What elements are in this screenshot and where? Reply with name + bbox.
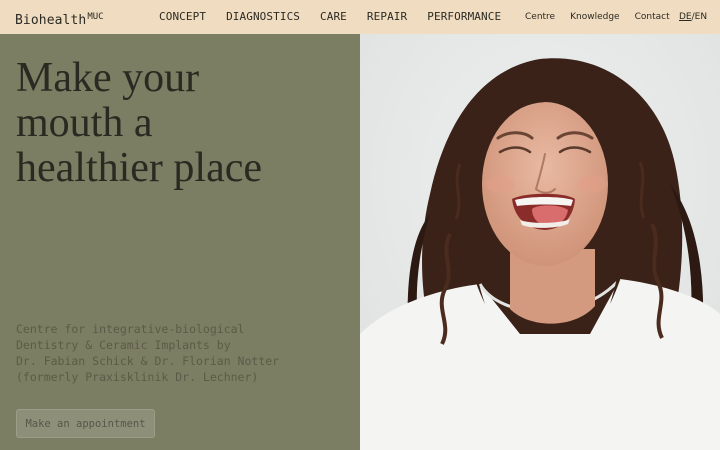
headline-line-3: healthier place <box>16 145 263 191</box>
hero-headline: Make your mouth a healthier place <box>16 56 346 191</box>
logo-text: Biohealth <box>15 13 87 28</box>
nav-repair[interactable]: REPAIR <box>367 10 407 23</box>
nav-diagnostics[interactable]: DIAGNOSTICS <box>226 10 300 23</box>
nav-knowledge[interactable]: Knowledge <box>570 12 619 22</box>
lang-en[interactable]: EN <box>695 12 707 22</box>
hero-intro: Centre for integrative-biological Dentis… <box>16 321 356 385</box>
nav-concept[interactable]: CONCEPT <box>159 10 206 23</box>
intro-line-1: Centre for integrative-biological <box>16 322 245 336</box>
nav-centre[interactable]: Centre <box>525 12 555 22</box>
lang-de[interactable]: DE <box>679 12 692 22</box>
appointment-button[interactable]: Make an appointment <box>16 409 155 438</box>
logo-superscript: MUC <box>87 12 104 22</box>
site-header: BiohealthMUC CONCEPT DIAGNOSTICS CARE RE… <box>0 0 720 34</box>
headline-line-1: Make your <box>16 55 200 101</box>
nav-performance[interactable]: PERFORMANCE <box>427 10 501 23</box>
secondary-navigation: Centre Knowledge Contact <box>525 12 670 22</box>
intro-line-2: Dentistry & Ceramic Implants by <box>16 338 231 352</box>
hero-photo <box>360 34 720 450</box>
logo[interactable]: BiohealthMUC <box>15 9 104 28</box>
language-switcher: DE/EN <box>679 12 707 22</box>
intro-line-4: (formerly Praxisklinik Dr. Lechner) <box>16 370 259 384</box>
main-navigation: CONCEPT DIAGNOSTICS CARE REPAIR PERFORMA… <box>159 10 501 23</box>
portrait-illustration <box>360 34 720 450</box>
hero-text-panel: Make your mouth a healthier place Centre… <box>0 34 360 450</box>
nav-care[interactable]: CARE <box>320 10 347 23</box>
nav-contact[interactable]: Contact <box>635 12 670 22</box>
intro-line-3: Dr. Fabian Schick & Dr. Florian Notter <box>16 354 280 368</box>
headline-line-2: mouth a <box>16 100 153 146</box>
